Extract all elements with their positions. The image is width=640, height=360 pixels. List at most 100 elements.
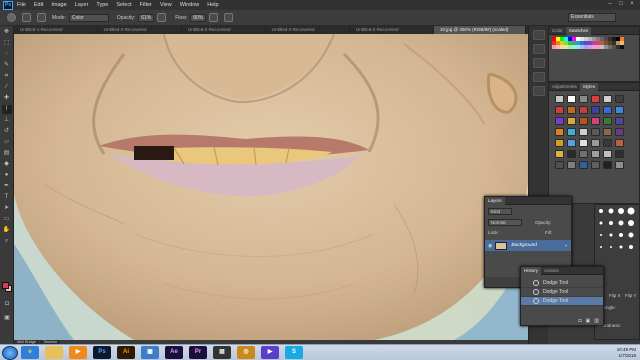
style-swatch[interactable] [579, 150, 588, 158]
menu-help[interactable]: Help [207, 2, 218, 8]
menu-filter[interactable]: Filter [140, 2, 152, 8]
premiere-icon[interactable]: Pr [189, 346, 207, 359]
workspace-select[interactable]: Essentials [568, 13, 616, 22]
mode-select[interactable]: Color [68, 13, 109, 22]
media-player-icon[interactable]: ▶ [69, 346, 87, 359]
eraser-tool-icon[interactable]: ▱ [2, 138, 12, 147]
illustrator-icon[interactable]: Ai [117, 346, 135, 359]
brush-tool-icon[interactable]: ⌇ [1, 105, 12, 114]
menu-window[interactable]: Window [180, 2, 200, 8]
layer-filter-select[interactable]: Kind [488, 208, 512, 215]
document-tab[interactable]: 10.jpg @ 400% (RGB/8#) (scaled) [434, 26, 526, 34]
quick-select-tool-icon[interactable]: ✎ [2, 61, 12, 70]
style-swatch[interactable] [579, 139, 588, 147]
lasso-tool-icon[interactable]: ◌ [2, 50, 12, 59]
history-item[interactable]: Dodge Tool [521, 279, 603, 288]
style-swatch[interactable] [615, 95, 624, 103]
style-swatch[interactable] [567, 161, 576, 169]
style-swatch[interactable] [567, 106, 576, 114]
history-item[interactable]: Dodge Tool [521, 288, 603, 297]
style-swatch[interactable] [603, 150, 612, 158]
type-tool-icon[interactable]: T [2, 193, 12, 202]
document-canvas[interactable] [14, 34, 528, 340]
pressure-size-icon[interactable] [224, 13, 234, 22]
play-icon[interactable]: ▶ [261, 346, 279, 359]
style-swatch[interactable] [579, 117, 588, 125]
style-swatch[interactable] [603, 161, 612, 169]
pen-tool-icon[interactable]: ✒ [2, 182, 12, 191]
style-swatch[interactable] [567, 117, 576, 125]
dodge-tool-icon[interactable]: ● [2, 171, 12, 180]
style-grid[interactable] [549, 91, 639, 173]
video-icon[interactable]: ▦ [213, 346, 231, 359]
paragraph-panel-icon[interactable] [532, 86, 545, 96]
style-swatch[interactable] [579, 161, 588, 169]
style-swatch[interactable] [555, 161, 564, 169]
gradient-tool-icon[interactable]: ▤ [2, 149, 12, 158]
swatch[interactable] [620, 45, 624, 49]
style-swatch[interactable] [567, 150, 576, 158]
style-swatch[interactable] [603, 117, 612, 125]
network-icon[interactable]: ▣ [141, 346, 159, 359]
move-tool-icon[interactable]: ✥ [2, 28, 12, 37]
layers-tab[interactable]: Layers [485, 196, 505, 205]
blur-tool-icon[interactable]: ◆ [2, 160, 12, 169]
ie-icon[interactable]: e [21, 346, 39, 359]
blend-mode-select[interactable]: Normal [488, 219, 522, 226]
shape-tool-icon[interactable]: ▭ [2, 215, 12, 224]
maximize-icon[interactable]: □ [617, 1, 625, 8]
style-swatch[interactable] [555, 139, 564, 147]
history-item-selected[interactable]: Dodge Tool [521, 297, 603, 306]
info-panel-icon[interactable] [532, 58, 545, 68]
crop-tool-icon[interactable]: ⌗ [2, 72, 12, 81]
folder-icon[interactable] [45, 346, 63, 359]
character-panel-icon[interactable] [532, 72, 545, 82]
brush-tool-icon[interactable] [7, 13, 16, 22]
menu-select[interactable]: Select [116, 2, 131, 8]
style-swatch[interactable] [555, 150, 564, 158]
actions-tab[interactable]: Actions [541, 267, 562, 275]
swatch-grid[interactable] [549, 35, 639, 51]
skype-icon[interactable]: S [285, 346, 303, 359]
style-swatch[interactable] [591, 128, 600, 136]
start-button[interactable] [2, 345, 18, 360]
style-swatch[interactable] [591, 106, 600, 114]
brush-preset-icon[interactable] [22, 13, 31, 22]
style-swatch[interactable] [615, 150, 624, 158]
camera-icon[interactable]: ▣ [586, 318, 591, 324]
style-swatch[interactable] [615, 128, 624, 136]
stamp-tool-icon[interactable]: ⊥ [2, 116, 12, 125]
style-swatch[interactable] [567, 128, 576, 136]
history-tab[interactable]: History [521, 266, 542, 275]
style-swatch[interactable] [615, 139, 624, 147]
swatches-tab[interactable]: Swatches [565, 26, 592, 35]
trash-icon[interactable]: ▥ [594, 318, 599, 324]
style-swatch[interactable] [555, 128, 564, 136]
style-swatch[interactable] [555, 95, 564, 103]
document-tab[interactable]: Untitled-2-Recovered [266, 26, 350, 34]
menu-edit[interactable]: Edit [34, 2, 43, 8]
style-swatch[interactable] [591, 95, 600, 103]
document-tab[interactable]: Untitled-2-Recovered [350, 26, 434, 34]
flow-field[interactable]: 80% [190, 13, 207, 22]
color-tab[interactable]: Color [549, 27, 566, 35]
document-tab[interactable]: Untitled-2-Recovered [98, 26, 182, 34]
document-tab[interactable]: Untitled-1-Recovered [14, 26, 98, 34]
style-swatch[interactable] [579, 128, 588, 136]
new-snapshot-icon[interactable]: ◘ [579, 318, 582, 324]
system-clock[interactable]: 10:49 PM 1/7/2018 [617, 347, 636, 358]
layer-row-background[interactable]: ◉ Background ▪ [485, 240, 571, 251]
airbrush-icon[interactable] [209, 13, 219, 22]
eye-icon[interactable]: ◉ [488, 243, 492, 249]
opacity-field[interactable]: 61% [138, 13, 155, 22]
menu-file[interactable]: File [17, 2, 26, 8]
style-swatch[interactable] [555, 117, 564, 125]
style-swatch[interactable] [615, 117, 624, 125]
pressure-opacity-icon[interactable] [157, 13, 167, 22]
adjustments-tab[interactable]: Adjustments [549, 83, 580, 91]
style-swatch[interactable] [603, 128, 612, 136]
style-swatch[interactable] [615, 161, 624, 169]
style-swatch[interactable] [591, 150, 600, 158]
style-swatch[interactable] [603, 139, 612, 147]
style-swatch[interactable] [579, 106, 588, 114]
